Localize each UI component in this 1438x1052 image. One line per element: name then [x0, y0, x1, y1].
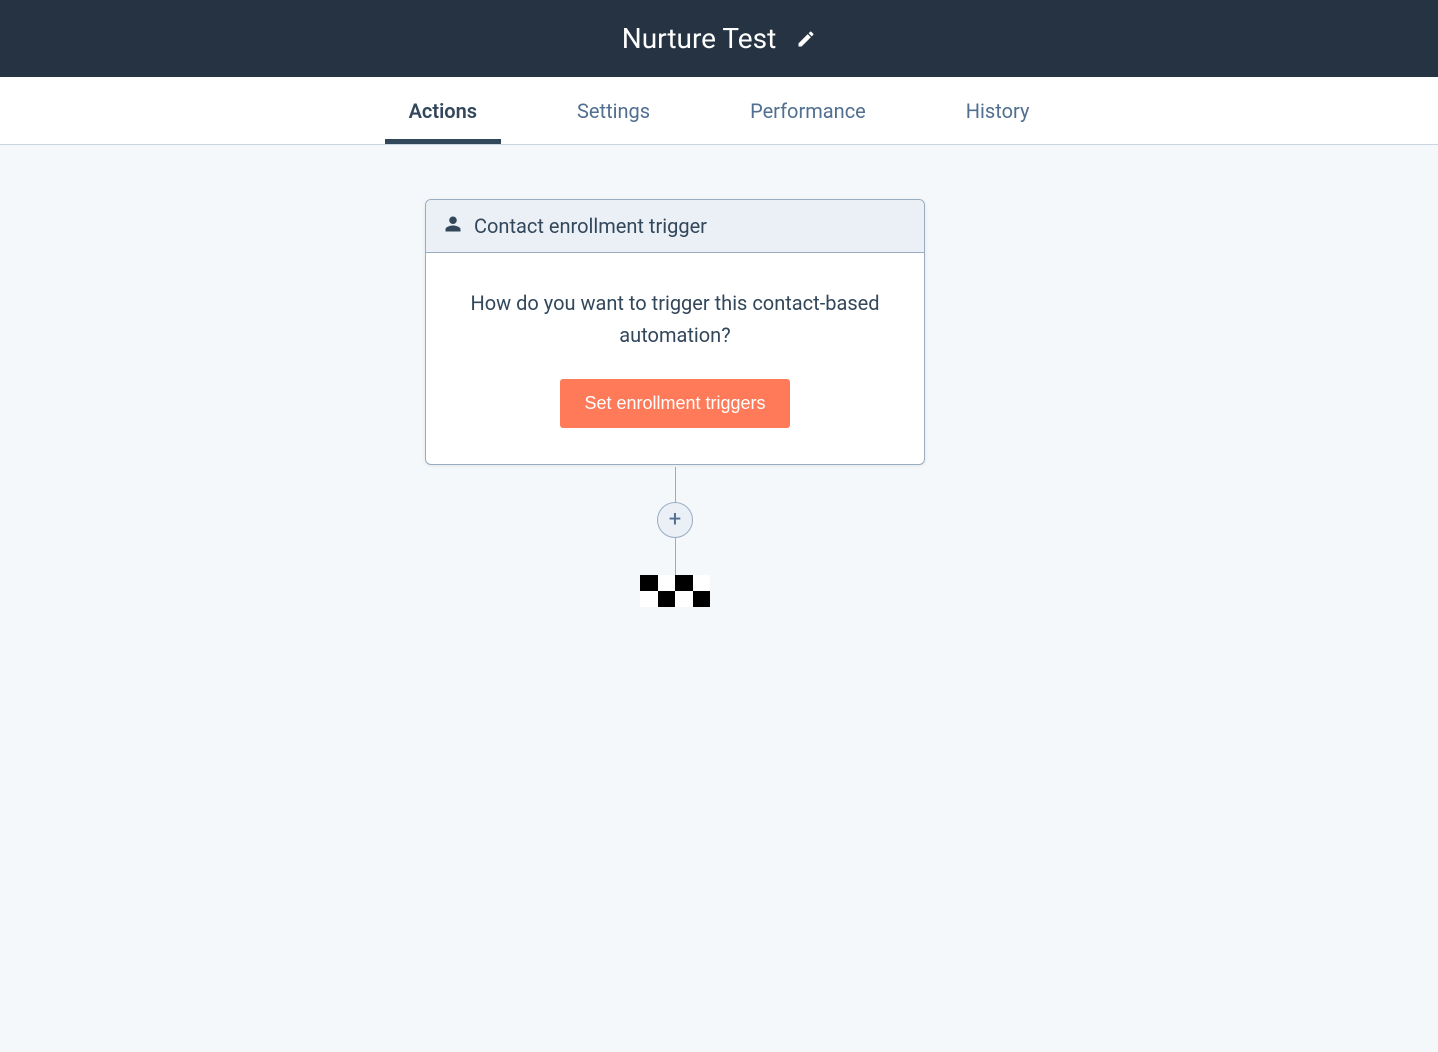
tab-label: Actions: [409, 99, 477, 123]
pencil-icon: [796, 29, 816, 49]
tab-history[interactable]: History: [956, 77, 1040, 144]
trigger-card-body: How do you want to trigger this contact-…: [426, 253, 924, 464]
edit-title-button[interactable]: [796, 29, 816, 49]
plus-icon: +: [669, 509, 681, 531]
trigger-question: How do you want to trigger this contact-…: [462, 287, 888, 351]
set-enrollment-triggers-button[interactable]: Set enrollment triggers: [560, 379, 789, 428]
tab-performance[interactable]: Performance: [740, 77, 876, 144]
contact-icon: [444, 215, 462, 237]
header-bar: Nurture Test: [0, 0, 1438, 77]
tab-label: History: [966, 99, 1030, 123]
trigger-card-title: Contact enrollment trigger: [474, 214, 707, 238]
add-action-button[interactable]: +: [657, 502, 693, 538]
workflow-canvas: Contact enrollment trigger How do you wa…: [0, 145, 1438, 1052]
tab-label: Performance: [750, 99, 866, 123]
tab-settings[interactable]: Settings: [567, 77, 660, 144]
trigger-card-header: Contact enrollment trigger: [426, 200, 924, 253]
tab-actions[interactable]: Actions: [399, 77, 487, 144]
enrollment-trigger-card[interactable]: Contact enrollment trigger How do you wa…: [425, 199, 925, 465]
page-title: Nurture Test: [622, 22, 776, 55]
tabs-bar: Actions Settings Performance History: [0, 77, 1438, 145]
tab-label: Settings: [577, 99, 650, 123]
finish-flag-icon: [640, 575, 710, 607]
